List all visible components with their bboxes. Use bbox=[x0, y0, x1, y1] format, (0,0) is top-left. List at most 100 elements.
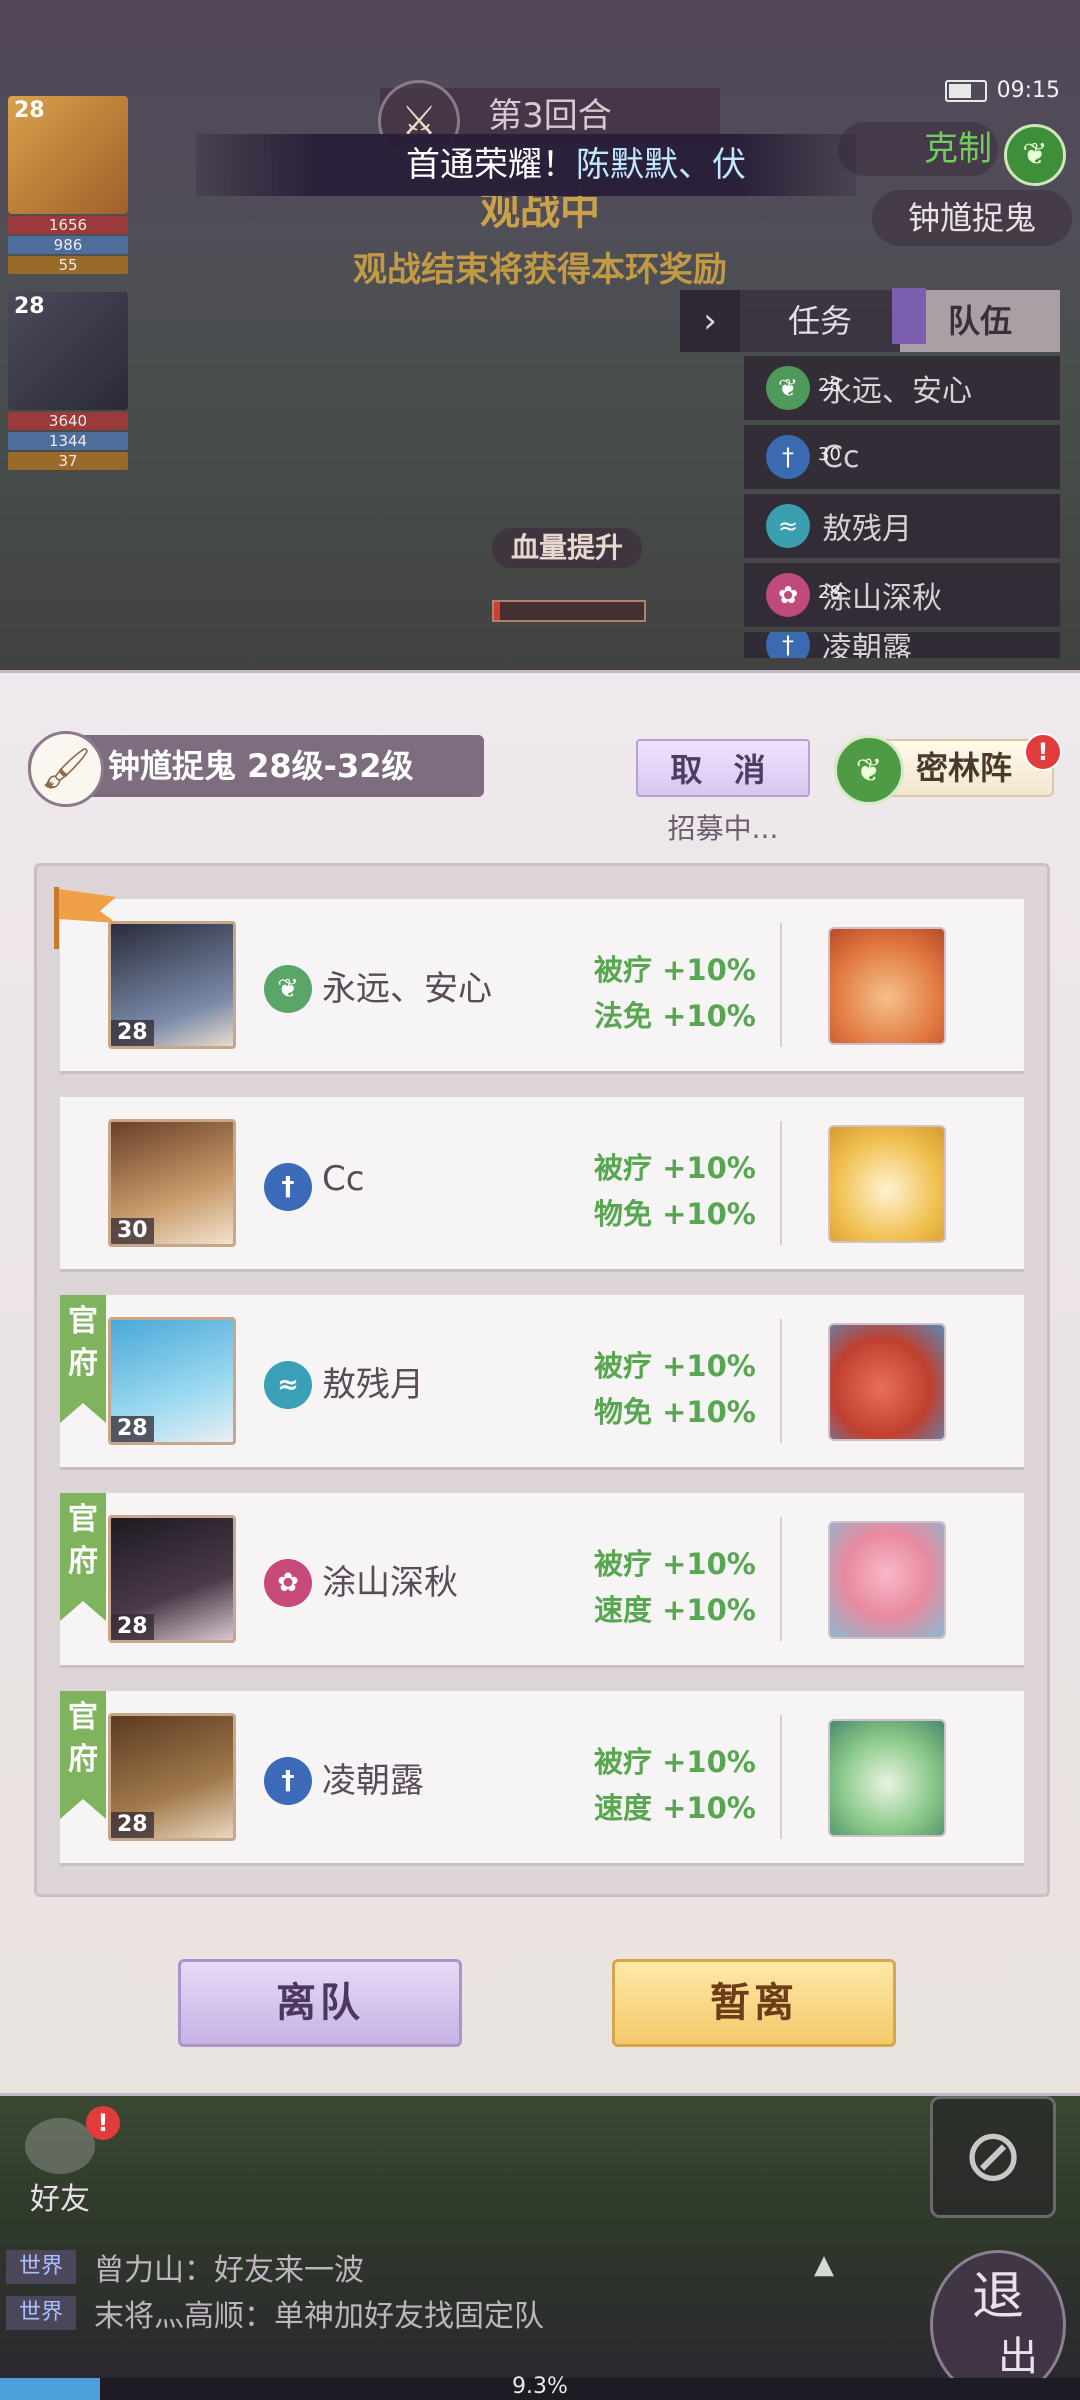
hero-hp: 3640 bbox=[8, 412, 128, 430]
status-bar: 09:15 bbox=[944, 78, 1060, 103]
red-dragon-pet-icon[interactable] bbox=[828, 1323, 946, 1441]
team-side-list: ❦ 28 永远、安心 † 30 Cc ≈ 敖残月 ✿ 28 涂山深秋 † 凌朝露 bbox=[744, 356, 1060, 663]
wave-class-icon: ≈ bbox=[766, 504, 810, 548]
side-tabs: › 任务 队伍 bbox=[680, 288, 1060, 352]
bonus-speed: 速度 +10% bbox=[594, 1791, 756, 1825]
chat-line: 世界 曾力山：好友来一波 bbox=[0, 2244, 920, 2290]
member-avatar[interactable]: 28 bbox=[108, 1515, 236, 1643]
member-row[interactable]: 官府 28 ≈ 敖残月 被疗 +10% 物免 +10% bbox=[60, 1295, 1024, 1467]
auto-skill-button[interactable]: ⊘ bbox=[930, 2096, 1056, 2218]
hero-card-1[interactable]: 28 1656 986 55 bbox=[8, 96, 128, 274]
member-row[interactable]: 官府 28 † 凌朝露 被疗 +10% 速度 +10% bbox=[60, 1691, 1024, 1863]
counter-button[interactable]: 克制 bbox=[838, 122, 998, 176]
spectate-note: 观战结束将获得本环奖励 bbox=[353, 250, 727, 290]
hero-card-2[interactable]: 28 3640 1344 37 bbox=[8, 292, 128, 470]
member-avatar[interactable]: 28 bbox=[108, 1317, 236, 1445]
bonus-resist: 物免 +10% bbox=[594, 1395, 756, 1429]
hero-level: 28 bbox=[14, 98, 45, 123]
friends-label: 好友 bbox=[30, 2182, 90, 2217]
list-item[interactable]: ✿ 28 涂山深秋 bbox=[744, 563, 1060, 627]
member-row[interactable]: 官府 28 ✿ 涂山深秋 被疗 +10% 速度 +10% bbox=[60, 1493, 1024, 1665]
brush-icon[interactable]: 🖌 bbox=[28, 731, 104, 807]
member-avatar[interactable]: 28 bbox=[108, 1713, 236, 1841]
fox-pet-icon[interactable] bbox=[828, 927, 946, 1045]
bonus-heal: 被疗 +10% bbox=[594, 1547, 756, 1581]
temporary-leave-button[interactable]: 暂离 bbox=[612, 1959, 896, 2047]
green-cat-pet-icon[interactable] bbox=[828, 1719, 946, 1837]
tab-badge bbox=[892, 288, 926, 344]
member-row[interactable]: 28 ❦ 永远、安心 被疗 +10% 法免 +10% bbox=[60, 899, 1024, 1071]
friends-icon bbox=[25, 2118, 95, 2174]
leaf-class-icon: ❦ bbox=[264, 965, 312, 1013]
list-item-name: 凌朝露 bbox=[822, 632, 912, 658]
list-item[interactable]: ❦ 28 永远、安心 bbox=[744, 356, 1060, 420]
hp-boost-label: 血量提升 bbox=[492, 528, 642, 568]
member-name: Cc bbox=[322, 1159, 365, 1199]
list-item[interactable]: † 30 Cc bbox=[744, 425, 1060, 489]
chat-line: 世界 末将灬高顺：单神加好友找固定队 bbox=[0, 2290, 920, 2336]
member-name: 敖残月 bbox=[322, 1365, 424, 1405]
divider bbox=[780, 1715, 782, 1839]
leaf-icon[interactable]: ❦ bbox=[1004, 124, 1066, 186]
divider bbox=[780, 1517, 782, 1641]
divider bbox=[780, 1121, 782, 1245]
chat-text: 末将灬高顺：单神加好友找固定队 bbox=[94, 2299, 544, 2334]
divider bbox=[780, 1319, 782, 1443]
leaf-icon: ❦ bbox=[834, 735, 904, 805]
chevron-right-icon[interactable]: › bbox=[680, 290, 740, 352]
alert-icon: ! bbox=[86, 2106, 120, 2140]
flower-sprite-pet-icon[interactable] bbox=[828, 1521, 946, 1639]
hero-rage: 37 bbox=[8, 452, 128, 470]
bonus-heal: 被疗 +10% bbox=[594, 1151, 756, 1185]
list-item[interactable]: ≈ 敖残月 bbox=[744, 494, 1060, 558]
hero-portrait: 28 bbox=[8, 96, 128, 214]
list-item[interactable]: † 凌朝露 bbox=[744, 632, 1060, 658]
member-avatar[interactable]: 30 bbox=[108, 1119, 236, 1247]
hero-portrait: 28 bbox=[8, 292, 128, 410]
member-level: 28 bbox=[111, 1020, 154, 1046]
sword-class-icon: † bbox=[766, 632, 810, 658]
exit-label-top: 退 bbox=[971, 2267, 1024, 2327]
hero-level: 28 bbox=[14, 294, 45, 319]
honor-announcement: 首通荣耀！陈默默、伏 bbox=[196, 134, 856, 196]
experience-percent: 9.3% bbox=[512, 2374, 568, 2399]
chat-channel: 世界 bbox=[6, 2296, 76, 2330]
government-flag: 官府 bbox=[60, 1295, 106, 1423]
divider bbox=[780, 923, 782, 1047]
tab-task[interactable]: 任务 bbox=[740, 290, 900, 352]
flower-class-icon: ✿ 28 bbox=[766, 573, 841, 617]
golden-fox-pet-icon[interactable] bbox=[828, 1125, 946, 1243]
leader-flag-icon bbox=[54, 887, 116, 949]
list-item-name: 敖残月 bbox=[822, 512, 912, 547]
member-level: 28 bbox=[111, 1416, 154, 1442]
battery-icon bbox=[944, 79, 987, 102]
government-flag: 官府 bbox=[60, 1691, 106, 1819]
bonus-speed: 速度 +10% bbox=[594, 1593, 756, 1627]
member-name: 永远、安心 bbox=[322, 969, 492, 1009]
chat-text: 曾力山：好友来一波 bbox=[94, 2253, 364, 2288]
hero-hp: 1656 bbox=[8, 216, 128, 234]
government-flag: 官府 bbox=[60, 1493, 106, 1621]
sword-class-icon: † 30 bbox=[766, 435, 841, 479]
member-avatar[interactable]: 28 bbox=[108, 921, 236, 1049]
member-name: 涂山深秋 bbox=[322, 1563, 458, 1603]
member-row[interactable]: 30 † Cc 被疗 +10% 物免 +10% bbox=[60, 1097, 1024, 1269]
leaf-class-icon: ❦ 28 bbox=[766, 366, 841, 410]
bonus-heal: 被疗 +10% bbox=[594, 1349, 756, 1383]
alert-icon: ! bbox=[1024, 733, 1062, 771]
cancel-button[interactable]: 取 消 bbox=[636, 739, 810, 797]
honor-names: 陈默默、伏 bbox=[576, 145, 746, 185]
chat-channel: 世界 bbox=[6, 2250, 76, 2284]
member-name: 凌朝露 bbox=[322, 1761, 424, 1801]
sword-class-icon: † bbox=[264, 1163, 312, 1211]
tab-team[interactable]: 队伍 bbox=[892, 288, 1060, 352]
chat-panel[interactable]: 世界 曾力山：好友来一波 世界 末将灬高顺：单神加好友找固定队 bbox=[0, 2244, 920, 2336]
hp-boost-bar bbox=[492, 600, 646, 622]
leave-team-button[interactable]: 离队 bbox=[178, 1959, 462, 2047]
dungeon-name[interactable]: 钟馗捉鬼 bbox=[872, 190, 1072, 246]
member-level: 30 bbox=[111, 1218, 154, 1244]
bonus-resist: 法免 +10% bbox=[594, 999, 756, 1033]
bonus-heal: 被疗 +10% bbox=[594, 1745, 756, 1779]
honor-prefix: 首通荣耀！ bbox=[406, 145, 576, 185]
bonus-heal: 被疗 +10% bbox=[594, 953, 756, 987]
